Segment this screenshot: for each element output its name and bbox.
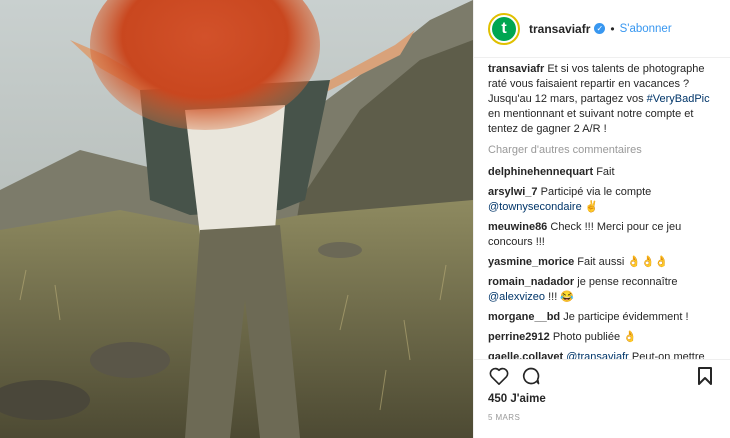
likes-count[interactable]: 450 J'aime <box>488 393 716 405</box>
caption-username[interactable]: transaviafr <box>488 63 544 75</box>
post-caption: transaviafr Et si vos talents de photogr… <box>488 62 720 137</box>
mention-link[interactable]: @alexvizeo <box>488 291 545 303</box>
comment-item: morgane__bd Je participe évidemment ! <box>488 310 720 325</box>
bookmark-icon[interactable] <box>694 365 716 387</box>
post-footer: 450 J'aime 5 MARS <box>474 359 730 422</box>
avatar-logo: t <box>492 16 516 41</box>
heart-icon[interactable] <box>488 365 510 387</box>
comment-text: Fait aussi 👌👌👌 <box>577 256 669 268</box>
comment-username[interactable]: perrine2912 <box>488 331 550 343</box>
mention-link[interactable]: @townysecondaire <box>488 201 582 213</box>
post-header: t transaviafr ✓ • S'abonner <box>474 0 730 58</box>
load-more-comments-button[interactable]: Charger d'autres commentaires <box>488 143 720 158</box>
verified-badge-icon: ✓ <box>594 23 606 34</box>
post-date: 5 MARS <box>488 413 521 422</box>
caption-text-end: en mentionnant et suivant notre compte e… <box>488 108 694 135</box>
comment-username[interactable]: arsylwi_7 <box>488 186 538 198</box>
comment-text-after: !!! 😂 <box>545 291 575 303</box>
comment-text: je pense reconnaître <box>577 276 678 288</box>
comment-text-after: ✌ <box>581 201 599 213</box>
comments-list[interactable]: transaviafr Et si vos talents de photogr… <box>488 62 720 359</box>
hashtag-link[interactable]: #VeryBadPic <box>647 93 710 105</box>
comment-item: arsylwi_7 Participé via le compte @towny… <box>488 185 720 215</box>
mention-link[interactable]: @transaviafr <box>566 351 629 359</box>
comment-item: delphinehennequart Fait <box>488 165 720 180</box>
action-bar <box>488 360 716 392</box>
avatar[interactable]: t <box>488 12 520 45</box>
post-photo[interactable] <box>0 0 473 438</box>
comment-item: romain_nadador je pense reconnaître @ale… <box>488 275 720 305</box>
comment-item: perrine2912 Photo publiée 👌 <box>488 330 720 345</box>
comment-text: Je participe évidemment ! <box>563 311 689 323</box>
comment-username[interactable]: delphinehennequart <box>488 166 593 178</box>
comment-item: meuwine86 Check !!! Merci pour ce jeu co… <box>488 220 720 250</box>
separator-dot: • <box>610 21 615 36</box>
photo-illustration <box>0 0 473 438</box>
username-link[interactable]: transaviafr <box>529 22 590 36</box>
comment-username[interactable]: gaelle.collavet <box>488 351 563 359</box>
comment-username[interactable]: romain_nadador <box>488 276 574 288</box>
comment-username[interactable]: yasmine_morice <box>488 256 574 268</box>
comment-item: gaelle.collavet @transaviafr Peut-on met… <box>488 350 720 359</box>
comment-item: yasmine_morice Fait aussi 👌👌👌 <box>488 255 720 270</box>
follow-button[interactable]: S'abonner <box>620 23 672 35</box>
comment-text: Participé via le compte <box>540 186 652 198</box>
comment-text: Photo publiée 👌 <box>552 331 637 343</box>
comment-username[interactable]: morgane__bd <box>488 311 560 323</box>
comment-icon[interactable] <box>520 365 542 387</box>
comment-text: Fait <box>596 166 615 178</box>
comment-username[interactable]: meuwine86 <box>488 221 547 233</box>
post-sidebar: t transaviafr ✓ • S'abonner transaviafr … <box>473 0 730 438</box>
